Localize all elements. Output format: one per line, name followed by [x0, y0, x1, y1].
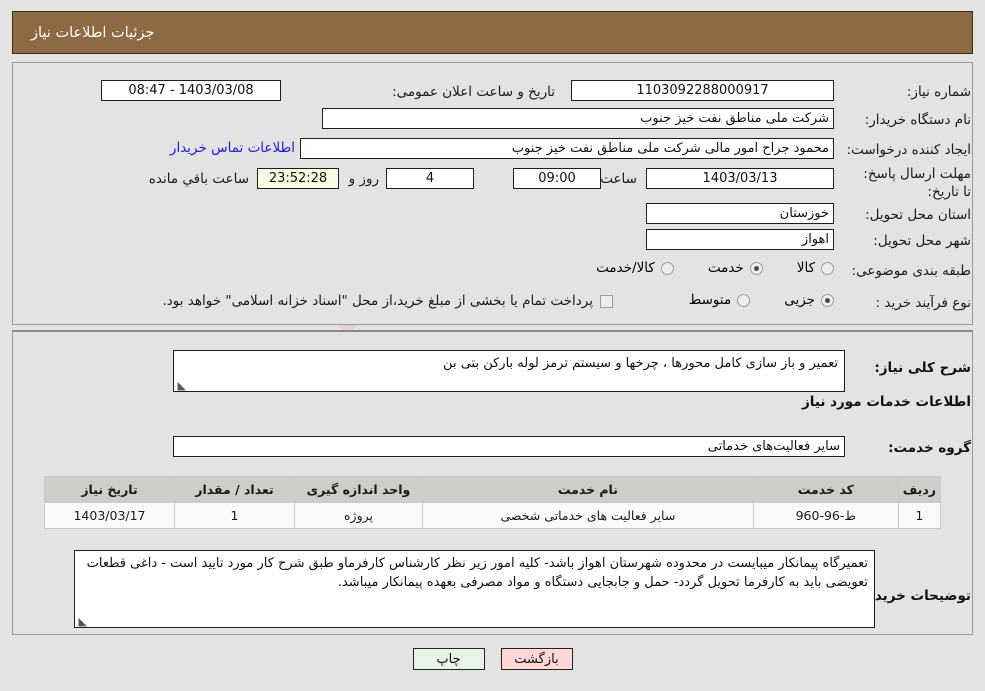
description-value: تعمیر و باز سازی کامل محورها ، چرخها و س…	[443, 356, 838, 371]
window-titlebar: جزئیات اطلاعات نیاز	[12, 11, 973, 54]
deadline-date-value: 1403/03/13	[646, 168, 834, 189]
process-option-label: جزیی	[784, 292, 815, 308]
print-button[interactable]: چاپ	[412, 648, 485, 670]
category-option-kala[interactable]: کالا	[797, 260, 834, 276]
need-number-value: 1103092288000917	[571, 80, 834, 101]
cell-code: ط-96-960	[752, 502, 899, 529]
deadline-time-value: 09:00	[513, 168, 601, 189]
radio-icon[interactable]	[821, 261, 834, 275]
col-name: نام خدمت	[422, 476, 754, 503]
services-section-heading: اطلاعات خدمات مورد نیاز	[801, 394, 971, 410]
city-value: اهواز	[646, 229, 834, 250]
process-label: نوع فرآیند خرید :	[875, 295, 971, 311]
announce-label: تاریخ و ساعت اعلان عمومی:	[392, 84, 555, 100]
need-info-panel	[12, 62, 973, 325]
treasury-note-text: پرداخت تمام یا بخشی از مبلغ خرید،از محل …	[162, 293, 593, 309]
cell-radif: 1	[897, 502, 942, 529]
buyer-notes-textarea[interactable]: تعمیرگاه پیمانکار میبایست در محدوده شهرس…	[74, 550, 875, 628]
description-textarea[interactable]: تعمیر و باز سازی کامل محورها ، چرخها و س…	[173, 350, 845, 392]
countdown-value: 23:52:28	[257, 168, 339, 189]
requester-value: محمود جراح امور مالی شرکت ملی مناطق نفت …	[300, 138, 834, 159]
back-button[interactable]: بازگشت	[500, 648, 573, 670]
services-table: ردیف کد خدمت نام خدمت واحد اندازه گیری ت…	[44, 476, 942, 529]
radio-icon[interactable]	[737, 293, 751, 307]
col-qty: تعداد / مقدار	[174, 476, 295, 503]
cell-name: سایر فعالیت های خدماتی شخصی	[422, 502, 754, 529]
radio-icon[interactable]	[821, 293, 834, 307]
category-option-label: کالا	[796, 260, 815, 276]
buyer-org-value: شرکت ملی مناطق نفت خیز جنوب	[322, 108, 834, 129]
cell-unit: پروژه	[294, 502, 423, 529]
table-header-row: ردیف کد خدمت نام خدمت واحد اندازه گیری ت…	[44, 476, 942, 503]
days-remaining-label: روز و	[348, 171, 379, 187]
process-option-motavaset[interactable]: متوسط	[688, 292, 751, 308]
process-radio-group: جزیی متوسط	[689, 292, 834, 308]
buyer-notes-value: تعمیرگاه پیمانکار میبایست در محدوده شهرس…	[86, 556, 868, 590]
need-number-label: شماره نیاز:	[906, 84, 971, 100]
countdown-label: ساعت باقي مانده	[148, 171, 249, 187]
days-remaining-value: 4	[386, 168, 474, 189]
process-option-label: متوسط	[688, 292, 732, 308]
category-label: طبقه بندی موضوعی:	[851, 263, 971, 279]
category-option-kala-khedmat[interactable]: کالا/خدمت	[596, 260, 674, 276]
footer-buttons: بازگشت چاپ	[0, 648, 985, 670]
city-label: شهر محل تحویل:	[873, 233, 971, 249]
resize-grip-icon[interactable]: ◣	[78, 616, 87, 627]
treasury-note-group: پرداخت تمام یا بخشی از مبلغ خرید،از محل …	[162, 293, 613, 309]
category-option-label: خدمت	[707, 260, 744, 276]
treasury-checkbox[interactable]	[600, 294, 613, 308]
page-root: V AriaTender.net جزئیات اطلاعات نیاز شما…	[0, 0, 985, 691]
col-code: کد خدمت	[752, 476, 899, 503]
radio-icon[interactable]	[749, 261, 763, 275]
category-radio-group: کالا خدمت کالا/خدمت	[596, 260, 834, 276]
resize-grip-icon[interactable]: ◣	[177, 380, 186, 391]
cell-date: 1403/03/17	[44, 502, 175, 529]
announce-value: 1403/03/08 - 08:47	[101, 80, 281, 101]
col-unit: واحد اندازه گیری	[294, 476, 423, 503]
province-label: استان محل تحویل:	[865, 207, 971, 223]
province-value: خوزستان	[646, 203, 834, 224]
deadline-label: مهلت ارسال پاسخ: تا تاریخ:	[863, 166, 971, 201]
radio-icon[interactable]	[660, 261, 674, 275]
col-radif: ردیف	[897, 476, 942, 503]
cell-qty: 1	[174, 502, 295, 529]
buyer-org-label: نام دستگاه خریدار:	[864, 112, 971, 128]
deadline-time-label: ساعت	[600, 171, 637, 187]
service-group-label: گروه خدمت:	[888, 440, 971, 456]
page-title: جزئیات اطلاعات نیاز	[31, 24, 155, 41]
table-row: 1 ط-96-960 سایر فعالیت های خدماتی شخصی پ…	[44, 502, 942, 529]
description-label: شرح کلی نیاز:	[874, 360, 971, 376]
category-option-label: کالا/خدمت	[596, 260, 655, 276]
col-date: تاریخ نیاز	[44, 476, 175, 503]
process-option-jozii[interactable]: جزیی	[784, 292, 834, 308]
category-option-khedmat[interactable]: خدمت	[708, 260, 763, 276]
service-group-value: سایر فعالیت‌های خدماتی	[173, 436, 845, 457]
buyer-contact-link[interactable]: اطلاعات تماس خریدار	[170, 140, 295, 156]
requester-label: ایجاد کننده درخواست:	[846, 142, 971, 158]
